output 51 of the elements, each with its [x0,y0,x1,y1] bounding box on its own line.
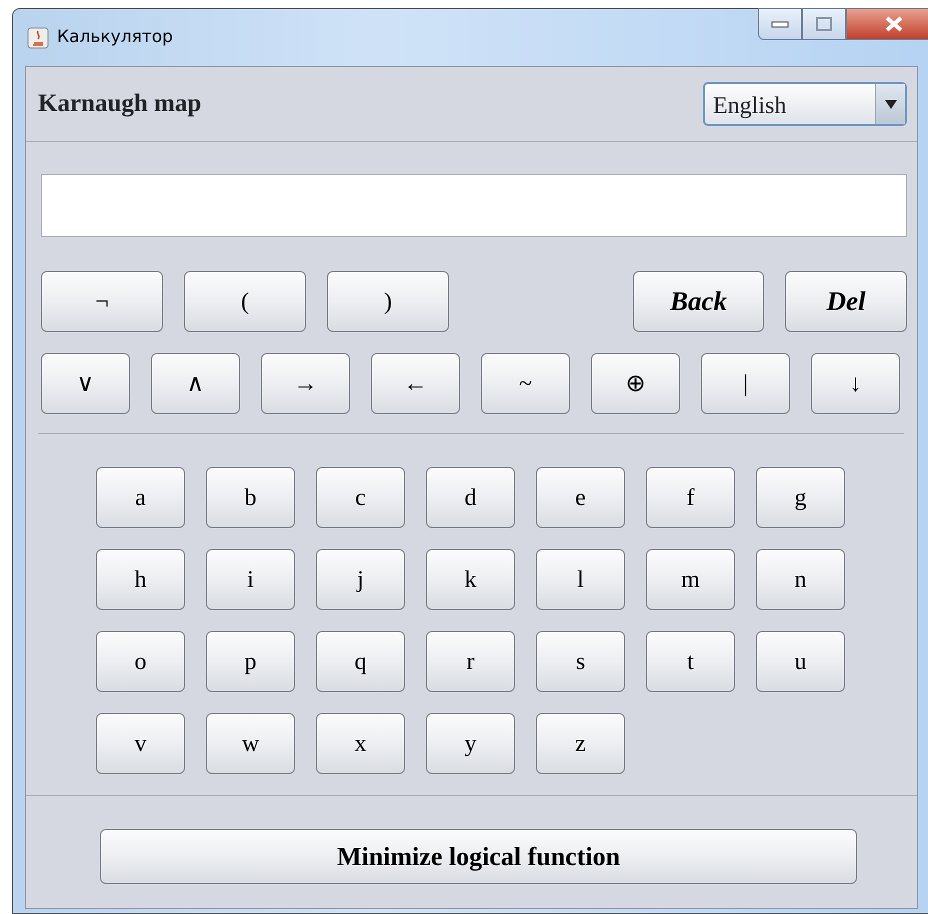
operator-key[interactable]: ↓ [811,353,900,414]
letter-key[interactable]: l [536,549,625,610]
language-dropdown[interactable]: English [703,82,907,126]
operator-key[interactable]: ( [184,271,306,332]
app-icon [27,26,49,48]
letter-key[interactable]: i [206,549,295,610]
letter-key[interactable]: p [206,631,295,692]
operator-key[interactable]: ← [371,353,460,414]
operator-key[interactable]: ) [327,271,449,332]
minimize-function-button[interactable]: Minimize logical function [100,829,857,884]
letter-key[interactable]: k [426,549,515,610]
operator-key[interactable]: ¬ [41,271,163,332]
maximize-button[interactable] [802,8,846,40]
letter-key[interactable]: b [206,467,295,528]
minimize-icon [771,20,789,28]
letter-key[interactable]: t [646,631,735,692]
map-title: Karnaugh map [38,89,202,120]
minimize-button[interactable] [758,8,802,40]
window-title: Калькулятор [57,26,173,49]
close-button[interactable] [846,8,928,40]
operator-key[interactable]: → [261,353,350,414]
letter-key[interactable]: q [316,631,405,692]
operator-key[interactable]: | [701,353,790,414]
edit-key[interactable]: Del [785,271,907,332]
operator-key[interactable]: ∧ [151,353,240,414]
dropdown-arrow-icon [884,100,896,108]
letter-key[interactable]: h [96,549,185,610]
letter-key[interactable]: f [646,467,735,528]
expression-field[interactable] [41,174,907,237]
letter-key[interactable]: j [316,549,405,610]
letter-key[interactable]: a [96,467,185,528]
operator-key[interactable]: ~ [481,353,570,414]
letter-key[interactable]: y [426,713,515,774]
letter-key[interactable]: u [756,631,845,692]
letter-key[interactable]: e [536,467,625,528]
operator-key[interactable]: ∨ [41,353,130,414]
letter-key[interactable]: n [756,549,845,610]
letter-key[interactable]: o [96,631,185,692]
letter-key[interactable]: v [96,713,185,774]
letter-key[interactable]: c [316,467,405,528]
operator-key[interactable]: ⊕ [591,353,680,414]
maximize-icon [816,17,832,31]
letter-key[interactable]: w [206,713,295,774]
letter-key[interactable]: s [536,631,625,692]
letter-key[interactable]: x [316,713,405,774]
letter-key[interactable]: r [426,631,515,692]
edit-key[interactable]: Back [633,271,764,332]
letter-key[interactable]: m [646,549,735,610]
letter-key[interactable]: d [426,467,515,528]
letter-key[interactable]: z [536,713,625,774]
letter-key[interactable]: g [756,467,845,528]
